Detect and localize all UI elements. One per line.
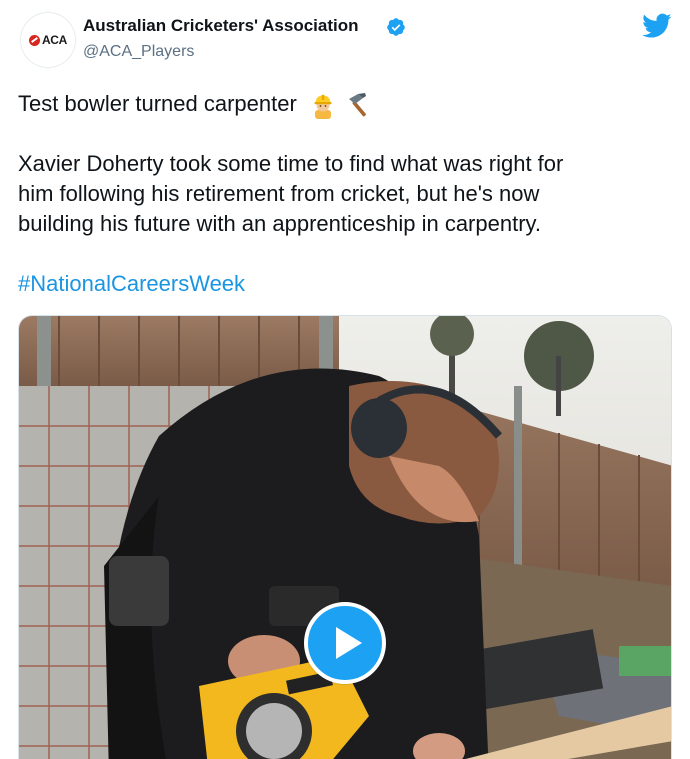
aca-logo-icon xyxy=(28,34,40,46)
hammer-emoji-icon xyxy=(349,93,367,117)
tweet-text-line-3: him following his retirement from cricke… xyxy=(18,181,540,206)
tweet-text: Test bowler turned carpenter xyxy=(18,91,297,116)
video-thumbnail[interactable] xyxy=(18,315,672,759)
tweet-card: ACA Australian Cricketers' Association @… xyxy=(0,0,690,759)
author-handle[interactable]: @ACA_Players xyxy=(83,43,194,61)
avatar[interactable]: ACA xyxy=(20,12,76,68)
twitter-bird-icon[interactable] xyxy=(642,13,672,39)
avatar-logo-text: ACA xyxy=(41,33,68,47)
tweet-text-line-1: Test bowler turned carpenter xyxy=(18,89,373,120)
tweet-text-line-2: Xavier Doherty took some time to find wh… xyxy=(18,151,564,176)
construction-worker-emoji-icon xyxy=(314,94,332,120)
hashtag-link[interactable]: #NationalCareersWeek xyxy=(18,269,245,299)
video-frame-illustration xyxy=(19,316,671,759)
author-display-name[interactable]: Australian Cricketers' Association xyxy=(83,16,359,36)
verified-badge-icon xyxy=(387,18,405,36)
play-icon xyxy=(335,627,362,659)
play-video-button[interactable] xyxy=(304,602,386,684)
tweet-text-line-4: building his future with an apprenticesh… xyxy=(18,211,542,236)
